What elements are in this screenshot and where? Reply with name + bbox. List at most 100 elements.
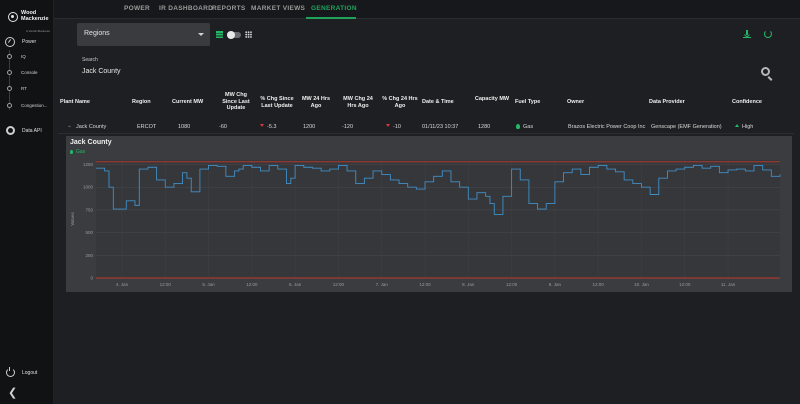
chart-panel: 0 250 500 750 1000 1250 4. Jan 12:00 5. Jan 12:00… [66,136,792,292]
cell-capacity-mw: 1280 [478,124,491,130]
refresh-icon[interactable] [764,30,772,38]
cell-plant-name: Jack County [76,124,107,130]
sidebar-item-label: IQ [21,54,26,59]
x-tick-label: 12:00 [679,282,691,287]
chevron-down-icon [198,33,204,36]
x-tick-label: 11. Jan [721,282,736,287]
y-tick-label: 500 [85,230,93,235]
x-tick-label: 6. Jan [289,282,302,287]
logout-button[interactable]: Logout [6,366,38,377]
cell-confidence: High [735,124,753,130]
sidebar-item-power[interactable]: Power [5,37,36,47]
header-owner[interactable]: Owner [567,99,597,106]
table-view-icon[interactable] [216,31,223,38]
x-tick-label: 12:00 [246,282,258,287]
view-switch[interactable] [227,30,241,39]
collapse-sidebar-icon[interactable]: ❮ [8,386,17,399]
tree-node-icon [7,86,12,91]
header-capacity-mw[interactable]: Capacity MW [474,96,510,103]
y-tick-label: 750 [85,207,93,212]
x-tick-label: 12:00 [160,282,172,287]
header-region[interactable]: Region [132,99,160,106]
x-tick-label: 8. Jan [462,282,475,287]
legend-label: Gas [76,149,86,155]
x-tick-label: 12:00 [593,282,605,287]
cell-pct-chg-24h: -10 [386,124,401,130]
confidence-up-icon [735,124,739,127]
x-tick-label: 12:00 [333,282,345,287]
y-axis-label: Values [70,212,75,226]
x-tick-label: 12:00 [419,282,431,287]
search-label: Search [82,57,98,63]
header-fuel-type[interactable]: Fuel Type [515,99,545,106]
gas-flame-icon [516,124,520,129]
download-icon[interactable] [743,30,751,38]
regions-select[interactable]: Regions [77,23,210,46]
header-date-time[interactable]: Date & Time [422,99,462,106]
brand-logo[interactable]: Wood Mackenzie A Verisk Business [6,8,50,34]
header-data-provider[interactable]: Data Provider [649,99,699,106]
tab-reports[interactable]: REPORTS [212,5,246,12]
tab-power[interactable]: POWER [124,5,150,12]
header-mw-chg-last[interactable]: MW Chg Since Last Update [218,92,254,112]
cell-mw-24h: 1200 [303,124,316,130]
cell-current-mw: 1080 [178,124,191,130]
cell-mw-chg-last: -60 [219,124,227,130]
header-pct-chg-24h[interactable]: % Chg 24 Hrs Ago [382,96,418,109]
tab-ir-dashboard[interactable]: IR DASHBOARD [159,5,213,12]
generation-chart[interactable]: 0 250 500 750 1000 1250 4. Jan 12:00 5. Jan 12:00… [66,136,792,292]
tab-generation[interactable]: GENERATION [311,5,357,12]
tab-market-views[interactable]: MARKET VIEWS [251,5,305,12]
header-confidence[interactable]: Confidence [732,99,772,106]
cell-pct-chg-24h-value: -10 [393,124,401,130]
grid-view-icon[interactable] [245,31,252,38]
sidebar-item-iq[interactable]: IQ [7,54,26,59]
plot-area [96,160,780,278]
header-mw-chg-24h[interactable]: MW Chg 24 Hrs Ago [338,96,378,109]
expand-row-icon[interactable]: ⌃ [67,125,72,132]
tree-node-icon [7,70,12,75]
sidebar-item-label: Congestion... [21,103,48,108]
header-plant-name[interactable]: Plant Name [60,99,110,106]
sidebar-subnav: IQ Console RT Congestion... [7,50,54,110]
header-mw-24h[interactable]: MW 24 Hrs Ago [298,96,334,109]
tree-node-icon [7,54,12,59]
search-input[interactable]: Jack County [82,68,121,75]
main-content: Search Jack County Plant Name Region Cur… [54,50,800,404]
x-tick-label: 9. Jan [549,282,562,287]
sidebar-item-label: Power [22,39,37,45]
sidebar: Wood Mackenzie A Verisk Business Power I… [0,0,54,404]
regions-select-value: Regions [84,30,110,37]
y-tick-label: 250 [85,253,93,258]
cell-mw-chg-24h: -120 [342,124,354,130]
sidebar-item-rt[interactable]: RT [7,86,27,91]
brand-name: Wood Mackenzie [21,10,49,22]
cell-confidence-value: High [742,124,754,130]
y-tick-label: 1000 [83,185,94,190]
x-tick-label: 4. Jan [116,282,129,287]
sidebar-item-console[interactable]: Console [7,70,38,75]
decrease-arrow-icon [260,124,264,127]
sidebar-item-data-api[interactable]: Data API [6,126,42,135]
x-tick-label: 7. Jan [376,282,389,287]
header-current-mw[interactable]: Current MW [172,99,212,106]
brand-mark-icon [8,12,18,22]
cell-data-provider: Genscape (EMF Generation) [651,124,722,130]
cell-fuel-type: Gas [516,124,533,130]
y-tick-label: 1250 [83,162,94,167]
gauge-icon [5,37,15,47]
sidebar-item-label: Console [21,70,38,75]
switch-knob [227,30,235,39]
search-icon[interactable] [761,67,770,76]
gas-flame-icon [70,150,73,154]
sidebar-item-congestion[interactable]: Congestion... [7,103,48,108]
sidebar-item-label: RT [21,86,27,91]
y-tick-label: 0 [90,276,93,281]
chart-legend-item[interactable]: Gas [70,149,85,155]
x-tick-label: 10. Jan [634,282,649,287]
x-tick-label: 12:00 [506,282,518,287]
cell-region: ERCOT [137,124,157,130]
header-pct-chg-last[interactable]: % Chg Since Last Update [257,96,297,109]
cell-fuel-type-value: Gas [523,124,534,130]
logout-label: Logout [22,369,38,376]
